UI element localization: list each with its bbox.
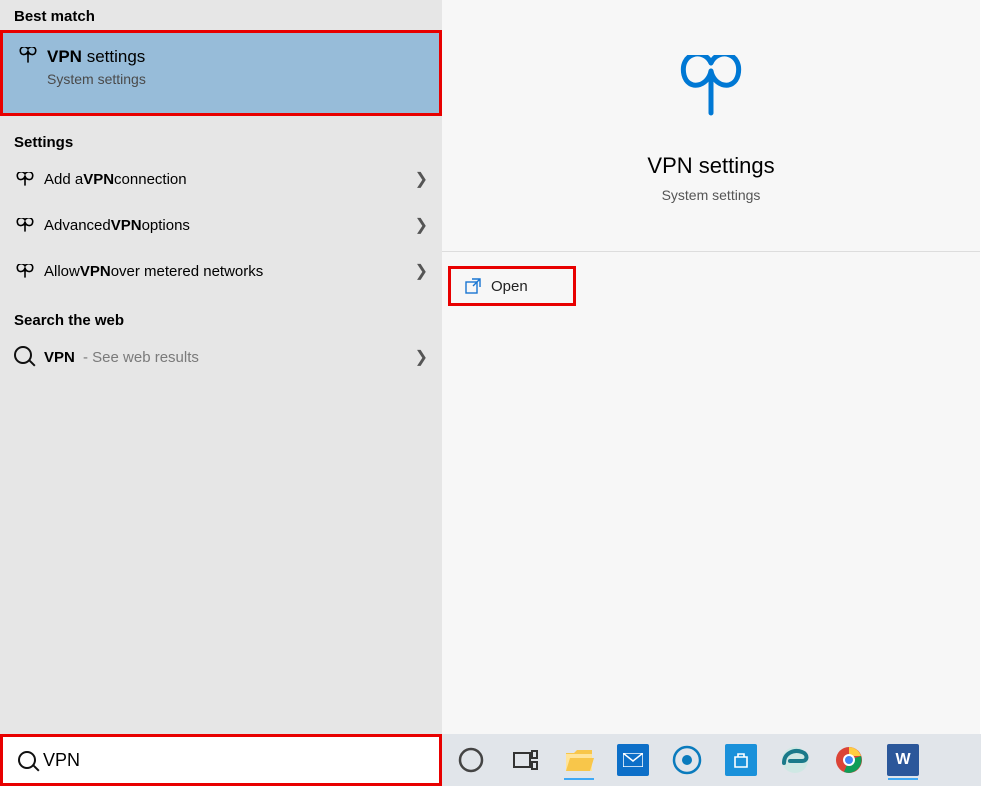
vpn-icon <box>14 218 44 232</box>
vpn-icon <box>14 264 44 278</box>
open-label: Open <box>491 278 528 295</box>
taskbar-dell[interactable] <box>664 738 710 782</box>
chevron-right-icon <box>415 215 428 235</box>
result-subtitle: System settings <box>47 71 146 87</box>
taskbar-word[interactable]: W <box>880 738 926 782</box>
result-label: VPN - See web results <box>44 349 415 366</box>
taskbar-cortana[interactable] <box>448 738 494 782</box>
chevron-right-icon <box>415 169 428 189</box>
result-vpn-settings[interactable]: VPN settings System settings <box>0 30 442 116</box>
vpn-icon <box>17 47 47 63</box>
divider <box>442 251 980 252</box>
vpn-icon-large <box>676 55 746 125</box>
section-best-match: Best match <box>0 0 442 30</box>
search-input[interactable] <box>41 749 429 772</box>
result-title: VPN settings <box>47 47 146 67</box>
search-box[interactable] <box>0 734 442 786</box>
open-in-new-icon <box>465 278 481 294</box>
taskbar-chrome[interactable] <box>826 738 872 782</box>
result-label: Add a VPN connection <box>44 171 415 188</box>
chevron-right-icon <box>415 347 428 367</box>
open-button[interactable]: Open <box>448 266 576 306</box>
search-results-panel: Best match VPN settings System settings … <box>0 0 442 734</box>
taskbar-file-explorer[interactable] <box>556 738 602 782</box>
search-icon <box>14 346 44 369</box>
taskbar-task-view[interactable] <box>502 738 548 782</box>
result-web-vpn[interactable]: VPN - See web results <box>0 334 442 380</box>
taskbar-mail[interactable] <box>610 738 656 782</box>
vpn-icon <box>14 172 44 186</box>
taskbar-edge-legacy[interactable] <box>772 738 818 782</box>
result-add-vpn-connection[interactable]: Add a VPN connection <box>0 156 442 202</box>
detail-title: VPN settings <box>442 153 980 179</box>
section-settings: Settings <box>0 126 442 156</box>
taskbar-store[interactable] <box>718 738 764 782</box>
section-search-web: Search the web <box>0 304 442 334</box>
result-label: Advanced VPN options <box>44 217 415 234</box>
detail-subtitle: System settings <box>442 187 980 203</box>
detail-panel: VPN settings System settings Open <box>442 0 980 734</box>
result-label: Allow VPN over metered networks <box>44 263 415 280</box>
search-icon <box>13 751 41 769</box>
result-allow-vpn-metered[interactable]: Allow VPN over metered networks <box>0 248 442 294</box>
result-advanced-vpn-options[interactable]: Advanced VPN options <box>0 202 442 248</box>
taskbar: W <box>442 734 981 786</box>
chevron-right-icon <box>415 261 428 281</box>
